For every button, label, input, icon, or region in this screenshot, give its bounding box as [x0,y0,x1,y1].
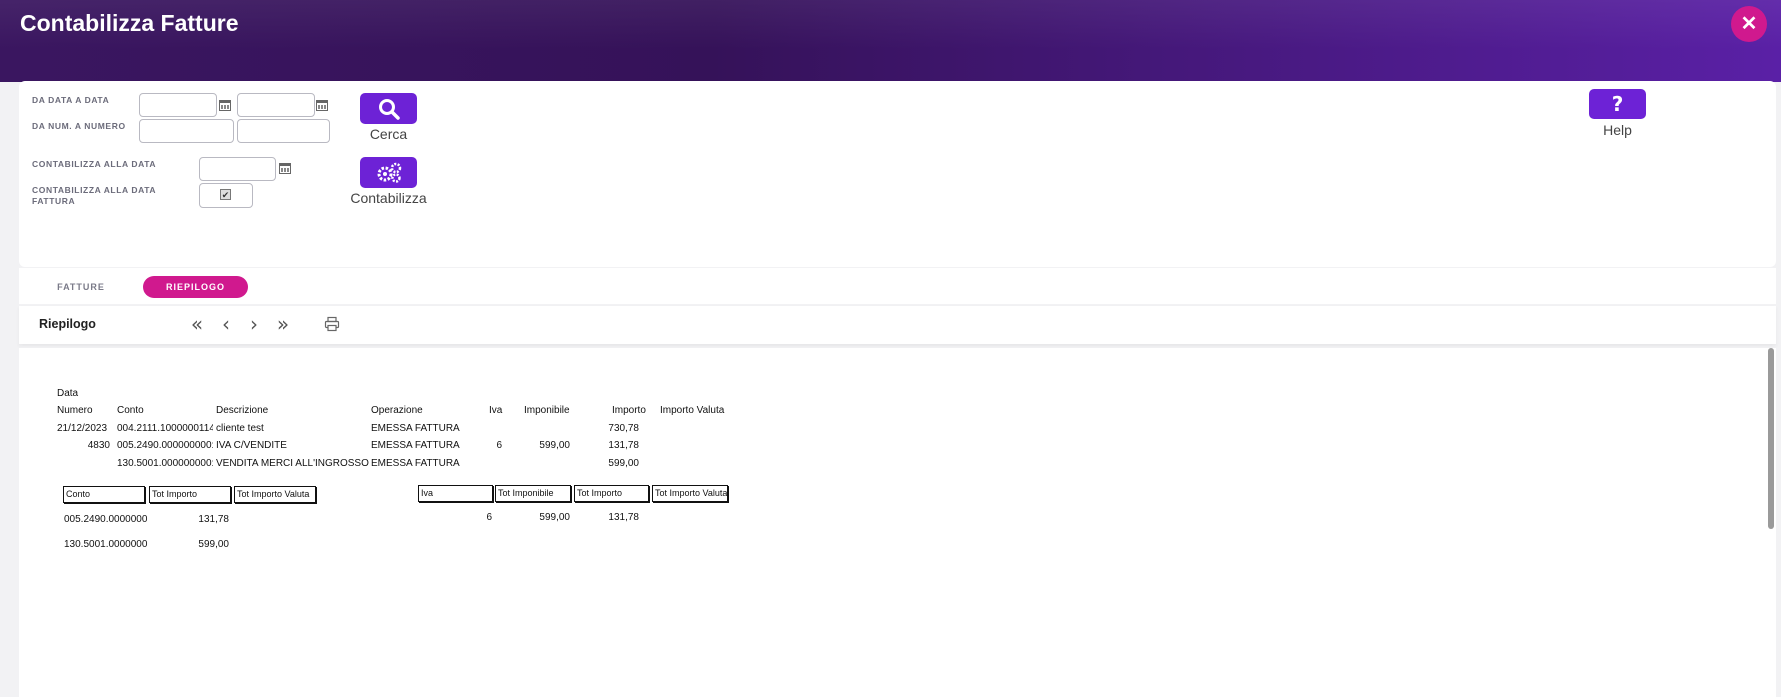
help-button[interactable]: ? [1589,89,1646,119]
header-numero: Numero [57,405,93,416]
da-data-input[interactable] [139,93,217,117]
data-fattura-checkbox[interactable]: ✔ [199,183,253,208]
help-label[interactable]: Help [1589,122,1646,138]
da-num-label: DA NUM. A NUMERO [32,121,126,131]
conto-summary-importo: 599,00 [198,539,229,550]
iva-summary-header: Tot Imponibile [495,485,571,502]
gears-icon [377,162,401,183]
row-conto: 130.5001.000000000: [117,458,213,469]
conto-summary-importo: 131,78 [198,514,229,525]
row-conto: 005.2490.000000000: [117,440,213,451]
iva-summary-header: Tot Importo [574,485,649,502]
row-operazione: EMESSA FATTURA [371,440,460,451]
conto-summary-header: Tot Importo [149,486,231,503]
header-shade [0,0,1781,82]
header-importo-valuta: Importo Valuta [660,405,725,416]
header-imponibile: Imponibile [524,405,570,416]
row-descrizione: cliente test [216,423,264,434]
row-conto: 004.2111.1000000114( [117,423,213,434]
cerca-label[interactable]: Cerca [360,126,417,142]
header-operazione: Operazione [371,405,423,416]
row-operazione: EMESSA FATTURA [371,423,460,434]
iva-summary-header: Tot Importo Valuta [652,485,728,502]
cerca-button[interactable] [360,93,417,124]
da-data-label: DA DATA A DATA [32,95,110,105]
question-icon: ? [1611,92,1624,116]
row-numero: 4830 [87,440,110,451]
contabilizza-data-fattura-label: CONTABILIZZA ALLA DATA FATTURA [32,185,156,206]
first-page-icon[interactable]: « [186,313,208,335]
previous-page-icon[interactable]: ‹ [215,313,237,335]
conto-summary-conto: 005.2490.0000000 [64,514,148,525]
iva-summary-importo: 131,78 [608,512,639,523]
scrollbar-thumb[interactable] [1768,348,1774,529]
conto-summary-header: Tot Importo Valuta [234,486,316,503]
conto-summary-conto: 130.5001.0000000 [64,539,148,550]
row-descrizione: VENDITA MERCI ALL'INGROSSO [216,458,369,469]
tab-fatture[interactable]: FATTURE [41,276,121,298]
next-page-icon[interactable]: › [243,313,265,335]
conto-summary-header: Conto [63,486,145,503]
row-importo: 131,78 [608,440,639,451]
iva-summary-header: Iva [418,485,493,502]
iva-summary-imponibile: 599,00 [539,512,570,523]
close-icon: ✕ [1740,13,1758,35]
row-descrizione: IVA C/VENDITE [216,440,287,451]
da-numero-input[interactable] [139,119,234,143]
check-icon: ✔ [220,189,231,200]
last-page-icon[interactable]: » [272,313,294,335]
calendar-icon[interactable] [279,163,291,174]
close-button[interactable]: ✕ [1731,6,1767,42]
row-operazione: EMESSA FATTURA [371,458,460,469]
row-date: 21/12/2023 [57,423,108,434]
tab-riepilogo[interactable]: RIEPILOGO [143,276,248,298]
row-imponibile: 599,00 [539,440,570,451]
a-numero-input[interactable] [237,119,330,143]
filter-panel: DA DATA A DATA DA NUM. A NUMERO CONTABIL… [19,81,1776,267]
calendar-icon[interactable] [219,100,231,111]
print-icon[interactable] [321,313,343,335]
page-title: Contabilizza Fatture [20,10,239,36]
row-importo: 730,78 [608,423,639,434]
toolbar-title: Riepilogo [39,317,96,331]
report-toolbar: Riepilogo « ‹ › » [19,306,1776,344]
window-header: Contabilizza Fatture ✕ [0,0,1781,82]
iva-summary-iva: 6 [486,512,492,523]
report-area: Data Numero Conto Descrizione Operazione… [19,348,1768,697]
contabilizza-data-input[interactable] [199,157,276,181]
search-icon [378,98,400,120]
header-iva: Iva [489,405,503,416]
header-conto: Conto [117,405,144,416]
contabilizza-button[interactable] [360,157,417,188]
header-importo: Importo [612,405,646,416]
contabilizza-data-label: CONTABILIZZA ALLA DATA [32,159,157,169]
calendar-icon[interactable] [316,100,328,111]
row-importo: 599,00 [608,458,639,469]
header-data: Data [57,388,79,399]
row-iva: 6 [496,440,502,451]
tab-bar: FATTURE RIEPILOGO [19,268,1776,304]
contabilizza-label[interactable]: Contabilizza [340,190,437,206]
a-data-input[interactable] [237,93,315,117]
header-descrizione: Descrizione [216,405,269,416]
